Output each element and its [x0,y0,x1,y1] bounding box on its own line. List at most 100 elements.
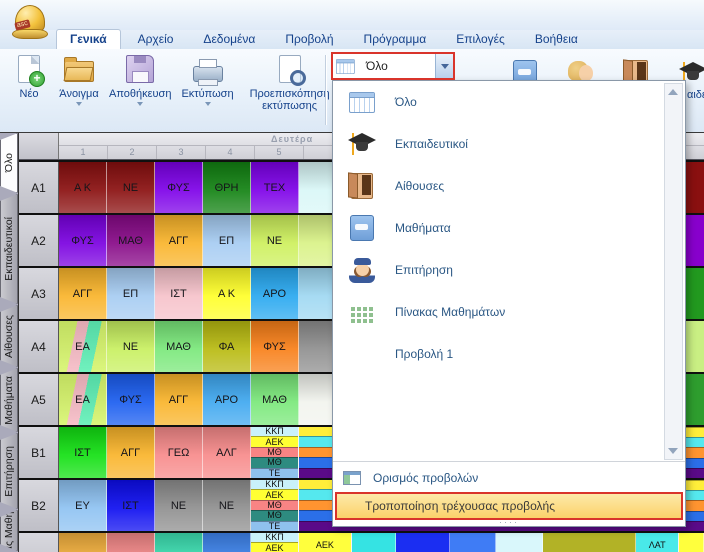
dropdown-action-Τροποποίηση τρέχουσας προβολής[interactable]: Τροποποίηση τρέχουσας προβολής [335,492,683,520]
mini-cell[interactable] [684,511,704,521]
mini-cell[interactable]: ΚΚΠ [251,480,298,489]
dropdown-item-Μαθήματα[interactable]: Μαθήματα [333,207,685,249]
lesson-cell[interactable] [352,533,396,552]
tab-Γενικά[interactable]: Γενικά [56,29,121,50]
tab-Δεδομένα[interactable]: Δεδομένα [190,30,268,49]
mini-cell[interactable]: ΜΘ [251,510,298,520]
lesson-cell[interactable] [107,533,155,552]
lesson-cell[interactable]: ΙΣΤ [107,480,155,531]
lesson-cell[interactable]: ΑΡΟ [251,268,299,319]
lesson-cell[interactable]: ΓΕΩ [155,427,203,478]
mini-cell[interactable]: ΜΘ [251,457,298,467]
combo-dropdown-button[interactable] [435,54,453,78]
lesson-cell[interactable]: ΑΓΓ [59,268,107,319]
lesson-cell[interactable] [396,533,450,552]
lesson-cell[interactable]: ΝΕ [251,215,299,266]
mini-cell[interactable] [684,468,704,478]
right-edge-cell[interactable] [684,372,704,425]
dropdown-item-Εκπαιδευτικοί[interactable]: Εκπαιδευτικοί [333,123,685,165]
lesson-cell[interactable]: ΙΣΤ [59,427,107,478]
tab-Βοήθεια[interactable]: Βοήθεια [522,30,591,49]
lesson-cell[interactable]: Α Κ [59,162,107,213]
lesson-cell[interactable]: ΝΕ [107,162,155,213]
mini-cell[interactable]: ΛΑΤ [636,533,678,552]
mini-cell[interactable]: ΚΚΠ [251,427,298,436]
mini-cell[interactable]: ΑΕΚ [251,489,298,499]
mini-cell[interactable]: ΜΘ [251,500,298,510]
lesson-cell[interactable]: ΦΑ [203,321,251,372]
dropdown-item-Αίθουσες[interactable]: Αίθουσες [333,165,685,207]
dropdown-item-Πίνακας Μαθημάτων[interactable]: Πίνακας Μαθημάτων [333,291,685,333]
mini-cell[interactable]: ΤΕ [251,521,298,531]
toolbar-button-new-document-icon[interactable]: Νέο [4,51,54,102]
lesson-cell[interactable]: ΕΠ [107,268,155,319]
asc-logo[interactable]: asc [10,3,50,47]
lesson-cell[interactable] [679,533,704,552]
lesson-cell[interactable]: ΝΕ [107,321,155,372]
lesson-cell[interactable] [543,533,636,552]
lesson-cell[interactable]: ΝΕ [155,480,203,531]
lesson-cell[interactable]: ΑΓΓ [107,427,155,478]
lesson-stack-cell[interactable]: ΚΚΠΑΕΚΜΘΜΘΤΕ [251,480,299,531]
lesson-cell[interactable] [203,533,251,552]
right-edge-cell[interactable] [684,266,704,319]
view-selector-combo[interactable]: Όλο [331,52,455,80]
side-tab-Επιτήρηση[interactable]: Επιτήρηση [0,433,18,509]
tab-Προβολή[interactable]: Προβολή [272,30,346,49]
mini-cell[interactable] [684,500,704,510]
lesson-cell[interactable]: ΦΥΣ [251,321,299,372]
toolbar-button-save-icon[interactable]: Αποθήκευση [104,51,176,111]
lesson-cell[interactable] [450,533,496,552]
mini-cell[interactable] [684,480,704,490]
toolbar-button-print-icon[interactable]: Εκτύπωση [176,51,238,111]
dropdown-resize-grip[interactable] [333,521,685,527]
lesson-cell[interactable] [155,533,203,552]
right-edge-cell[interactable] [684,319,704,372]
lesson-cell[interactable]: Α Κ [203,268,251,319]
lesson-cell[interactable]: ΜΑΘ [107,215,155,266]
right-edge-cell[interactable] [684,425,704,478]
lesson-stack-cell[interactable]: ΚΚΠΑΕΚΜΘΜΘΤΕ [251,533,299,552]
lesson-cell[interactable]: ΦΥΣ [59,215,107,266]
next-day-cells[interactable]: ΑΕΚ ΛΑΤΛΑΤΑΕΚ [299,533,704,552]
lesson-cell[interactable]: ΑΡΟ [203,374,251,425]
mini-cell[interactable] [684,447,704,457]
right-edge-cell[interactable] [684,213,704,266]
tab-Αρχείο[interactable]: Αρχείο [125,30,187,49]
right-edge-cell[interactable] [684,160,704,213]
mini-cell[interactable]: ΑΕΚ [251,436,298,446]
lesson-cell[interactable] [496,533,542,552]
lesson-stack-cell[interactable]: ΚΚΠΑΕΚΜΘΜΘΤΕ [251,427,299,478]
side-tab-Εκπαιδευτικοί[interactable]: Εκπαιδευτικοί [0,194,18,304]
mini-cell[interactable] [684,490,704,500]
dropdown-scrollbar[interactable] [664,83,683,460]
right-edge-cell[interactable] [684,478,704,531]
lesson-cell[interactable]: ΕΑ [59,374,107,425]
mini-cell[interactable]: ΚΚΠ [251,533,298,542]
scroll-up-icon[interactable] [668,89,678,95]
lesson-cell[interactable]: ΑΛΓ [203,427,251,478]
side-tab-Αίθουσες[interactable]: Αίθουσες [0,305,18,367]
side-tab-Μαθήματα[interactable]: Μαθήματα [0,368,18,432]
lesson-cell[interactable]: ΘΡΗ [203,162,251,213]
toolbar-button-open-folder-icon[interactable]: Άνοιγμα [54,51,104,111]
lesson-cell[interactable]: ΛΑΤΑΕΚ [636,533,679,552]
lesson-cell[interactable]: ΜΑΘ [155,321,203,372]
dropdown-item-Προβολή 1[interactable]: Προβολή 1 [333,333,685,375]
lesson-cell[interactable]: ΕΑ [59,321,107,372]
lesson-cell[interactable]: ΕΥ [59,480,107,531]
mini-cell[interactable] [684,427,704,437]
mini-cell[interactable]: ΤΕ [251,468,298,478]
dropdown-item-Επιτήρηση[interactable]: Επιτήρηση [333,249,685,291]
lesson-cell[interactable]: ΝΕ [203,480,251,531]
lesson-cell[interactable]: ΑΓΓ [155,374,203,425]
side-tab-Πίνακας Μαθημάτων[interactable]: Πίνακας Μαθημάτων [0,510,18,551]
lesson-cell[interactable]: ΜΑΘ [251,374,299,425]
lesson-cell[interactable]: ΙΣΤ [155,268,203,319]
lesson-cell[interactable] [59,533,107,552]
tab-Πρόγραμμα[interactable]: Πρόγραμμα [351,30,440,49]
mini-cell[interactable]: ΜΘ [251,447,298,457]
mini-cell[interactable] [684,458,704,468]
lesson-cell[interactable]: ΦΥΣ [107,374,155,425]
mini-cell[interactable]: ΑΕΚ [299,533,351,552]
